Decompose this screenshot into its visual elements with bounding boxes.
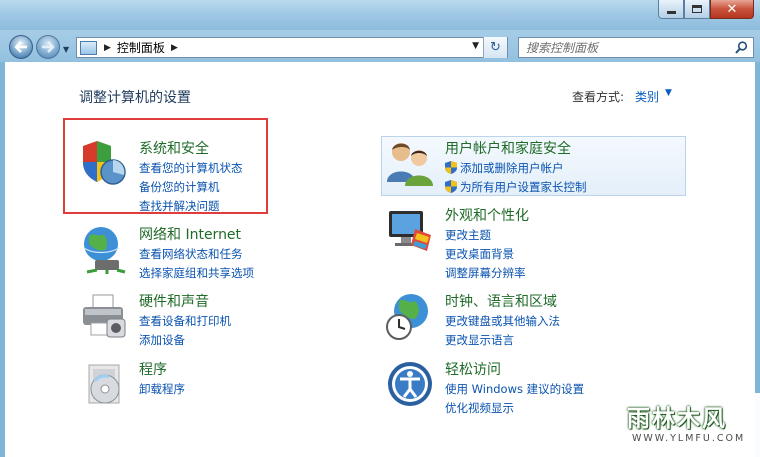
link-optimize-display[interactable]: 优化视频显示 bbox=[445, 400, 514, 416]
category-title[interactable]: 系统和安全 bbox=[139, 138, 209, 158]
monitor-paint-icon bbox=[389, 211, 431, 251]
link-homegroup-sharing[interactable]: 选择家庭组和共享选项 bbox=[139, 265, 254, 281]
close-icon: ✕ bbox=[726, 1, 738, 17]
category-title[interactable]: 轻松访问 bbox=[445, 359, 501, 379]
link-change-background[interactable]: 更改桌面背景 bbox=[445, 246, 514, 262]
category-system-security[interactable]: 系统和安全 查看您的计算机状态 备份您的计算机 查找并解决问题 bbox=[79, 138, 269, 214]
minimize-button[interactable] bbox=[658, 0, 684, 19]
left-arrow-icon bbox=[14, 41, 27, 53]
link-uninstall-program[interactable]: 卸载程序 bbox=[139, 381, 185, 397]
link-display-language[interactable]: 更改显示语言 bbox=[445, 332, 514, 348]
category-clock-language-region[interactable]: 时钟、语言和区域 更改键盘或其他输入法 更改显示语言 bbox=[385, 291, 685, 347]
recent-pages-dropdown[interactable]: ▼ bbox=[63, 45, 69, 54]
search-icon[interactable] bbox=[735, 41, 748, 54]
link-label[interactable]: 为所有用户设置家长控制 bbox=[460, 180, 587, 194]
breadcrumb-separator-icon[interactable]: ▶ bbox=[104, 43, 111, 53]
link-keyboard-input[interactable]: 更改键盘或其他输入法 bbox=[445, 313, 560, 329]
category-programs[interactable]: 程序 卸载程序 bbox=[79, 359, 279, 409]
category-title[interactable]: 硬件和声音 bbox=[139, 291, 209, 311]
view-by-dropdown[interactable]: 类别 bbox=[635, 88, 659, 105]
close-button[interactable]: ✕ bbox=[710, 0, 754, 19]
category-title[interactable]: 外观和个性化 bbox=[445, 205, 529, 225]
link-network-status[interactable]: 查看网络状态和任务 bbox=[139, 246, 243, 262]
maximize-button[interactable] bbox=[684, 0, 710, 19]
search-placeholder: 搜索控制面板 bbox=[526, 41, 599, 55]
category-title[interactable]: 网络和 Internet bbox=[139, 224, 241, 244]
link-view-computer-status[interactable]: 查看您的计算机状态 bbox=[139, 160, 243, 176]
network-globe-icon bbox=[83, 227, 126, 274]
view-by-label: 查看方式: bbox=[572, 90, 625, 104]
users-icon bbox=[387, 143, 433, 186]
link-devices-printers[interactable]: 查看设备和打印机 bbox=[139, 313, 231, 329]
link-troubleshoot[interactable]: 查找并解决问题 bbox=[139, 198, 220, 214]
watermark-url: WWW.YLMFU.COM bbox=[632, 433, 746, 444]
breadcrumb-control-panel[interactable]: 控制面板 bbox=[117, 39, 165, 56]
link-parental-controls[interactable]: 为所有用户设置家长控制 bbox=[445, 179, 587, 195]
page-title: 调整计算机的设置 bbox=[79, 90, 191, 106]
control-panel-icon bbox=[80, 40, 97, 55]
view-by-chevron-icon[interactable]: ▼ bbox=[665, 88, 672, 98]
watermark-logo: 雨林木风 WWW.YLMFU.COM bbox=[612, 393, 760, 457]
link-change-theme[interactable]: 更改主题 bbox=[445, 227, 491, 243]
address-bar[interactable]: ▶ 控制面板 ▶ ▼ ↻ bbox=[76, 37, 508, 58]
category-user-accounts[interactable]: 用户帐户和家庭安全 添加或删除用户帐户 为所有用户设置家长控制 bbox=[385, 138, 685, 194]
link-label[interactable]: 添加或删除用户帐户 bbox=[460, 161, 564, 175]
ease-of-access-icon bbox=[388, 362, 432, 406]
uac-shield-icon bbox=[445, 180, 457, 193]
uac-shield-icon bbox=[445, 161, 457, 174]
link-backup-computer[interactable]: 备份您的计算机 bbox=[139, 179, 220, 195]
minimize-icon bbox=[666, 10, 676, 14]
programs-disc-icon bbox=[88, 364, 120, 404]
clock-globe-icon bbox=[386, 294, 428, 340]
refresh-icon: ↻ bbox=[490, 40, 501, 55]
window-controls: ✕ bbox=[658, 0, 754, 19]
forward-button[interactable] bbox=[36, 35, 60, 59]
breadcrumb-separator-icon[interactable]: ▶ bbox=[171, 43, 178, 53]
link-add-device[interactable]: 添加设备 bbox=[139, 332, 185, 348]
link-screen-resolution[interactable]: 调整屏幕分辨率 bbox=[445, 265, 526, 281]
title-bar: ✕ bbox=[0, 0, 760, 30]
back-button[interactable] bbox=[9, 35, 33, 59]
maximize-icon bbox=[692, 5, 702, 13]
refresh-button[interactable]: ↻ bbox=[483, 37, 507, 58]
watermark-name: 雨林木风 bbox=[627, 405, 727, 432]
category-hardware-sound[interactable]: 硬件和声音 查看设备和打印机 添加设备 bbox=[79, 291, 279, 347]
navigation-bar: ▼ ▶ 控制面板 ▶ ▼ ↻ 搜索控制面板 bbox=[0, 30, 760, 62]
search-input[interactable]: 搜索控制面板 bbox=[518, 37, 754, 58]
right-arrow-icon bbox=[42, 41, 55, 53]
link-windows-recommended[interactable]: 使用 Windows 建议的设置 bbox=[445, 381, 584, 397]
printer-icon bbox=[83, 294, 126, 338]
category-network-internet[interactable]: 网络和 Internet 查看网络状态和任务 选择家庭组和共享选项 bbox=[79, 224, 279, 280]
category-title[interactable]: 用户帐户和家庭安全 bbox=[445, 138, 571, 158]
category-appearance[interactable]: 外观和个性化 更改主题 更改桌面背景 调整屏幕分辨率 bbox=[385, 205, 685, 281]
link-add-remove-users[interactable]: 添加或删除用户帐户 bbox=[445, 160, 564, 176]
category-title[interactable]: 时钟、语言和区域 bbox=[445, 291, 557, 311]
shield-icon bbox=[83, 141, 126, 185]
address-dropdown-icon[interactable]: ▼ bbox=[472, 41, 479, 51]
category-title[interactable]: 程序 bbox=[139, 359, 167, 379]
